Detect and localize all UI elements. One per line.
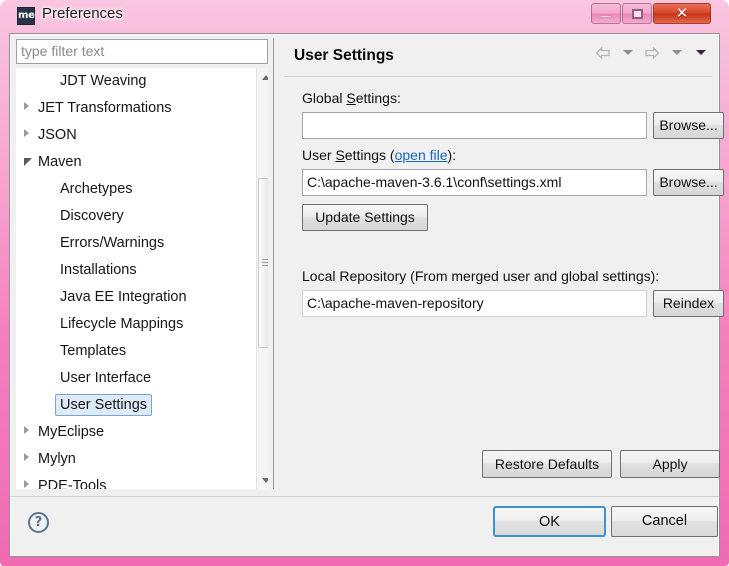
tree-item-java-ee-integration[interactable]: Java EE Integration: [16, 284, 268, 311]
tree-item-label: Maven: [38, 154, 82, 170]
chevron-right-icon[interactable]: [24, 129, 29, 137]
chevron-down-icon[interactable]: [24, 158, 32, 166]
chevron-right-icon[interactable]: [24, 453, 29, 461]
local-repository-label: Local Repository (From merged user and g…: [302, 268, 660, 284]
footer-divider: [10, 496, 719, 497]
scrollbar-grip-icon: [262, 259, 268, 267]
tree-item-label: Discovery: [60, 208, 124, 224]
tree-item-label: Errors/Warnings: [60, 235, 165, 251]
tree-item-user-interface[interactable]: User Interface: [16, 365, 268, 392]
global-settings-browse-button[interactable]: Browse...: [653, 112, 724, 139]
preferences-tree[interactable]: JDT Weaving JET Transformations JSON Maven A…: [16, 68, 268, 489]
global-settings-label: Global Settings:: [302, 90, 401, 106]
tree-item-installations[interactable]: Installations: [16, 257, 268, 284]
tree-item-label: PDE-Tools: [38, 478, 107, 489]
apply-button[interactable]: Apply: [620, 450, 720, 478]
tree-item-myeclipse[interactable]: MyEclipse: [16, 419, 268, 446]
tree-item-label: Lifecycle Mappings: [60, 316, 184, 332]
global-settings-input[interactable]: [302, 112, 647, 139]
tree-item-label: Mylyn: [38, 451, 76, 467]
scroll-up-arrow-icon[interactable]: [257, 68, 268, 85]
tree-item-json[interactable]: JSON: [16, 122, 268, 149]
dialog-client-area: type filter text JDT Weaving JET Transfor…: [9, 33, 724, 557]
tree-item-mylyn[interactable]: Mylyn: [16, 446, 268, 473]
tree-item-errors-warnings[interactable]: Errors/Warnings: [16, 230, 268, 257]
user-settings-browse-button[interactable]: Browse...: [653, 169, 724, 196]
view-menu-chevron-down-icon[interactable]: [696, 50, 706, 56]
page-nav-toolbar[interactable]: [593, 44, 711, 64]
tree-item-label: JSON: [38, 127, 77, 143]
local-repository-input[interactable]: C:\apache-maven-repository: [302, 290, 647, 317]
cancel-button[interactable]: Cancel: [611, 506, 718, 537]
back-arrow-icon[interactable]: [595, 46, 611, 60]
maximize-button[interactable]: [622, 3, 652, 24]
title-divider: [284, 76, 712, 77]
tree-scrollbar[interactable]: [256, 68, 268, 489]
filter-input[interactable]: type filter text: [16, 39, 268, 64]
tree-item-label: Java EE Integration: [60, 289, 187, 305]
tree-item-label: Installations: [60, 262, 137, 278]
tree-item-archetypes[interactable]: Archetypes: [16, 176, 268, 203]
user-settings-input[interactable]: C:\apache-maven-3.6.1\conf\settings.xml: [302, 169, 647, 196]
update-settings-button[interactable]: Update Settings: [302, 204, 428, 231]
ok-button[interactable]: OK: [493, 506, 606, 537]
help-icon[interactable]: ?: [28, 512, 49, 533]
tree-item-templates[interactable]: Templates: [16, 338, 268, 365]
user-settings-label: User Settings (open file):: [302, 147, 457, 163]
close-icon: ✕: [675, 4, 689, 22]
myeclipse-me-icon: me: [17, 7, 35, 25]
chevron-right-icon[interactable]: [24, 102, 29, 110]
back-history-chevron-down-icon[interactable]: [622, 50, 633, 56]
scrollbar-thumb[interactable]: [258, 178, 268, 348]
window-title-bar[interactable]: me Preferences ✕: [0, 0, 729, 33]
window-title: Preferences: [42, 5, 123, 22]
tree-item-user-settings[interactable]: User Settings: [16, 392, 268, 419]
tree-item-discovery[interactable]: Discovery: [16, 203, 268, 230]
minimize-button[interactable]: [591, 3, 621, 24]
chevron-right-icon[interactable]: [24, 426, 29, 434]
reindex-button[interactable]: Reindex: [653, 290, 724, 317]
tree-item-jet-transformations[interactable]: JET Transformations: [16, 95, 268, 122]
restore-defaults-button[interactable]: Restore Defaults: [482, 450, 612, 478]
tree-item-label: JDT Weaving: [60, 73, 147, 89]
tree-item-label: User Interface: [60, 370, 152, 386]
tree-item-label: User Settings: [55, 394, 153, 416]
pane-divider[interactable]: [273, 38, 274, 489]
tree-item-label: Archetypes: [60, 181, 133, 197]
close-button[interactable]: ✕: [653, 3, 711, 24]
settings-pane: User Settings Global Settings: Browse...…: [276, 34, 724, 490]
tree-item-jdt-weaving[interactable]: JDT Weaving: [16, 68, 268, 95]
tree-item-label: JET Transformations: [38, 100, 172, 116]
tree-item-label: MyEclipse: [38, 424, 105, 440]
chevron-right-icon[interactable]: [24, 480, 29, 488]
forward-history-chevron-down-icon[interactable]: [671, 50, 682, 56]
page-title: User Settings: [294, 47, 394, 64]
scroll-down-arrow-icon[interactable]: [257, 472, 268, 489]
tree-item-pde-tools[interactable]: PDE-Tools: [16, 473, 268, 489]
tree-item-lifecycle-mappings[interactable]: Lifecycle Mappings: [16, 311, 268, 338]
tree-item-label: Templates: [60, 343, 127, 359]
open-file-link[interactable]: open file: [395, 147, 448, 163]
forward-arrow-icon[interactable]: [644, 46, 660, 60]
preferences-window: me Preferences ✕ type filter text JDT We…: [0, 0, 729, 566]
tree-item-maven[interactable]: Maven: [16, 149, 268, 176]
